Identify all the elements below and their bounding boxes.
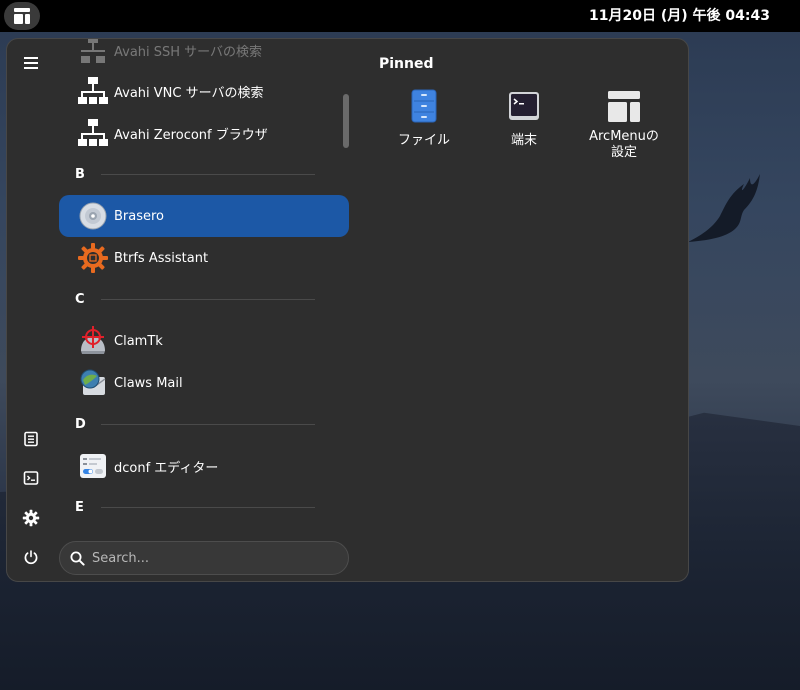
file-cabinet-icon bbox=[411, 89, 437, 123]
search-box[interactable] bbox=[59, 541, 349, 575]
list-item-label: Avahi Zeroconf ブラウザ bbox=[114, 127, 268, 143]
list-item-selected[interactable]: Brasero bbox=[59, 195, 349, 237]
pinned-item-arcmenu-settings[interactable]: ArcMenuの 設定 bbox=[579, 85, 669, 173]
category-header-d: D bbox=[75, 417, 86, 432]
hamburger-menu-icon bbox=[24, 57, 38, 69]
list-item-label: dconf エディター bbox=[114, 460, 219, 476]
search-icon bbox=[70, 551, 85, 566]
arc-menu-panel: Avahi SSH サーバの検索 Avahi VNC サーバの検索 Avahi … bbox=[6, 38, 689, 582]
pinned-item-label: ファイル bbox=[397, 133, 450, 148]
network-icon bbox=[81, 39, 105, 63]
claws-mail-icon bbox=[80, 369, 106, 395]
sidebar-power-button[interactable] bbox=[17, 543, 45, 571]
clock[interactable]: 11月20日 (月) 午後 04:43 bbox=[589, 0, 770, 32]
category-divider bbox=[101, 424, 315, 425]
btrfs-gear-icon bbox=[78, 243, 108, 273]
arcmenu-layout-icon bbox=[608, 91, 640, 122]
power-icon bbox=[24, 550, 38, 565]
list-item[interactable]: Btrfs Assistant bbox=[59, 237, 349, 279]
sidebar-files-button[interactable] bbox=[17, 425, 45, 453]
arcmenu-button[interactable] bbox=[4, 2, 40, 30]
dconf-editor-icon bbox=[80, 454, 106, 478]
top-bar: 11月20日 (月) 午後 04:43 bbox=[0, 0, 800, 32]
list-item-label: ClamTk bbox=[114, 333, 163, 349]
list-item-label: Avahi SSH サーバの検索 bbox=[114, 44, 263, 60]
list-item-label: Brasero bbox=[114, 208, 165, 224]
category-header-c: C bbox=[75, 292, 85, 307]
disc-icon bbox=[79, 202, 107, 230]
list-item[interactable]: Avahi SSH サーバの検索 bbox=[59, 39, 349, 71]
category-divider bbox=[101, 507, 315, 508]
list-item-label: Btrfs Assistant bbox=[114, 250, 209, 266]
sidebar-terminal-button[interactable] bbox=[17, 464, 45, 492]
list-item[interactable]: Avahi Zeroconf ブラウザ bbox=[59, 112, 349, 154]
pinned-item-label: 端末 bbox=[510, 133, 537, 148]
list-item[interactable]: ClamTk bbox=[59, 320, 349, 362]
pinned-title: Pinned bbox=[379, 56, 434, 72]
network-icon bbox=[78, 119, 108, 146]
category-header-e: E bbox=[75, 500, 84, 515]
category-divider bbox=[101, 299, 315, 300]
hamburger-menu-button[interactable] bbox=[17, 49, 45, 77]
category-header-b: B bbox=[75, 167, 85, 182]
list-item[interactable]: dconf エディター bbox=[59, 445, 349, 487]
sidebar-settings-button[interactable] bbox=[17, 504, 45, 532]
app-list-scrollbar[interactable] bbox=[343, 94, 349, 148]
pinned-item-label: ArcMenuの 設定 bbox=[589, 129, 659, 160]
terminal-icon bbox=[509, 92, 539, 120]
pinned-item-terminal[interactable]: 端末 bbox=[479, 85, 569, 173]
category-divider bbox=[101, 174, 315, 175]
search-input[interactable] bbox=[92, 548, 332, 568]
pinned-item-files[interactable]: ファイル bbox=[379, 85, 469, 173]
document-icon bbox=[24, 431, 38, 447]
gear-icon bbox=[22, 509, 40, 527]
list-item[interactable]: Avahi VNC サーバの検索 bbox=[59, 70, 349, 112]
arcmenu-layout-icon bbox=[14, 8, 30, 24]
list-item[interactable]: Claws Mail bbox=[59, 362, 349, 404]
network-icon bbox=[78, 77, 108, 104]
clamtk-icon bbox=[81, 326, 105, 354]
application-list[interactable]: Avahi SSH サーバの検索 Avahi VNC サーバの検索 Avahi … bbox=[59, 39, 351, 529]
list-item-label: Avahi VNC サーバの検索 bbox=[114, 85, 264, 101]
eagle-wallpaper-icon bbox=[688, 174, 760, 242]
list-item-label: Claws Mail bbox=[114, 375, 183, 391]
terminal-icon bbox=[23, 471, 39, 485]
